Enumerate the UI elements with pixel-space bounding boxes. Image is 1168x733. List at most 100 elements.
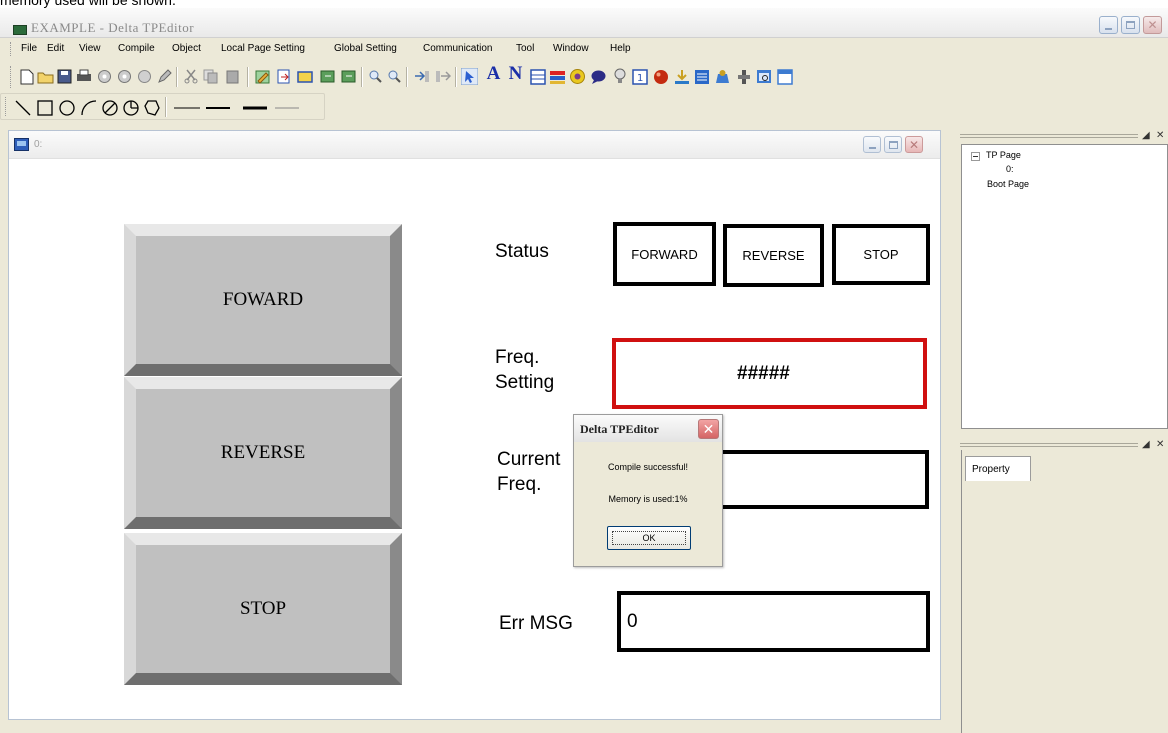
maximize-button[interactable] [1121, 16, 1140, 34]
menu-edit[interactable]: Edit [47, 43, 64, 54]
download-icon[interactable] [673, 68, 690, 85]
page-editor-titlebar: 0: ✕ [9, 131, 940, 159]
page-prev-icon[interactable] [319, 68, 336, 85]
menu-object[interactable]: Object [172, 43, 201, 54]
menu-tool[interactable]: Tool [516, 43, 534, 54]
reverse-button[interactable]: REVERSE [124, 377, 402, 529]
child-close-button[interactable]: ✕ [905, 136, 923, 153]
gear-icon[interactable] [569, 68, 586, 85]
tree-item-page-0[interactable]: 0: [1006, 164, 1014, 174]
menu-window[interactable]: Window [553, 43, 589, 54]
menu-view[interactable]: View [79, 43, 101, 54]
child-maximize-button[interactable] [884, 136, 902, 153]
window-icon[interactable] [776, 68, 793, 85]
circle-tool-icon[interactable] [58, 99, 76, 117]
save-icon[interactable] [56, 68, 73, 85]
memory-usage-text: Memory is used:1% [608, 494, 688, 504]
status-stop-indicator[interactable]: STOP [832, 224, 930, 285]
compile-dialog-title: Delta TPEditor [580, 422, 659, 436]
plug-icon[interactable] [735, 68, 752, 85]
page-select-icon[interactable] [296, 68, 313, 85]
pane-dock-icon[interactable]: ◢ [1142, 130, 1150, 141]
freq-setting-label-line2: Setting [495, 372, 555, 393]
menu-local-page-setting[interactable]: Local Page Setting [221, 43, 305, 54]
disc-icon-2[interactable] [116, 68, 133, 85]
page-arrow-icon[interactable] [275, 68, 292, 85]
alarm-icon[interactable] [714, 68, 731, 85]
table-tool-icon[interactable] [529, 68, 546, 85]
property-tab[interactable]: Property [965, 456, 1031, 481]
pane-grip[interactable] [960, 134, 1138, 138]
tree-item-tp-page[interactable]: TP Page [986, 150, 1021, 160]
page-editor-title: 0: [34, 139, 43, 150]
menu-grip[interactable] [10, 42, 13, 56]
cut-icon[interactable] [182, 68, 199, 85]
menu-global-setting[interactable]: Global Setting [334, 43, 397, 54]
number-one-icon[interactable]: 1 [631, 68, 648, 85]
pie-tool-icon[interactable] [122, 99, 140, 117]
new-file-icon[interactable] [18, 68, 35, 85]
copy-icon[interactable] [202, 68, 219, 85]
polygon-tool-icon[interactable] [143, 99, 161, 117]
close-button[interactable]: ✕ [1143, 16, 1162, 34]
disc-icon-1[interactable] [96, 68, 113, 85]
chord-tool-icon[interactable] [101, 99, 119, 117]
open-folder-icon[interactable] [37, 68, 54, 85]
line-tool-icon[interactable] [14, 99, 32, 117]
disc-icon-3[interactable] [136, 68, 153, 85]
tree-item-boot-page[interactable]: Boot Page [987, 179, 1029, 189]
drawbar-grip[interactable] [5, 97, 8, 116]
pane-close-icon[interactable]: ✕ [1156, 439, 1164, 450]
medium-line-icon[interactable] [204, 99, 230, 117]
minimize-button[interactable] [1099, 16, 1118, 34]
numeric-tool-icon[interactable]: N [506, 63, 525, 84]
menu-help[interactable]: Help [610, 43, 631, 54]
freq-setting-input[interactable]: ##### [612, 338, 927, 409]
ok-button[interactable]: OK [607, 526, 691, 550]
arc-tool-icon[interactable] [80, 99, 98, 117]
menu-compile[interactable]: Compile [118, 43, 155, 54]
compile-message: Compile successful! [607, 462, 689, 472]
pane-close-icon[interactable]: ✕ [1156, 130, 1164, 141]
caption-text: memory used will be shown. [0, 0, 176, 8]
zoom-out-icon[interactable] [386, 68, 403, 85]
main-toolbar: A N 1 [0, 60, 1168, 93]
red-ball-icon[interactable] [652, 68, 669, 85]
text-tool-icon[interactable]: A [484, 63, 503, 84]
status-forward-indicator[interactable]: FORWARD [613, 222, 716, 286]
window-search-icon[interactable] [755, 68, 772, 85]
import-icon[interactable] [413, 68, 430, 85]
rectangle-tool-icon[interactable] [36, 99, 54, 117]
edit-pencil-icon[interactable] [254, 68, 271, 85]
lamp-icon[interactable] [611, 68, 628, 85]
dialog-close-button[interactable]: ✕ [698, 419, 719, 439]
line-style-icon[interactable] [273, 99, 299, 117]
status-reverse-indicator[interactable]: REVERSE [723, 224, 824, 287]
forward-button[interactable]: FOWARD [124, 224, 402, 376]
toolbar-grip[interactable] [10, 66, 13, 88]
stop-button[interactable]: STOP [124, 533, 402, 685]
menu-file[interactable]: File [21, 43, 37, 54]
list-table-icon[interactable] [693, 68, 710, 85]
export-icon[interactable] [434, 68, 451, 85]
bar-graph-icon[interactable] [549, 68, 566, 85]
err-msg-display[interactable]: 0 [617, 591, 930, 652]
maximize-icon [1126, 21, 1135, 29]
ok-button-label: OK [642, 533, 656, 543]
pencil-icon[interactable] [156, 68, 173, 85]
pane-grip[interactable] [960, 443, 1138, 447]
child-minimize-button[interactable] [863, 136, 881, 153]
right-dock-pane: ◢ ✕ TP Page 0: Boot Page ◢ ✕ Property [956, 120, 1168, 733]
page-next-icon[interactable] [340, 68, 357, 85]
pointer-icon[interactable] [461, 68, 478, 85]
paste-icon[interactable] [224, 68, 241, 85]
zoom-in-icon[interactable] [367, 68, 384, 85]
print-icon[interactable] [75, 68, 92, 85]
menu-communication[interactable]: Communication [423, 43, 492, 54]
thick-line-icon[interactable] [241, 99, 267, 117]
pane-dock-icon[interactable]: ◢ [1142, 439, 1150, 450]
thin-line-icon[interactable] [172, 99, 200, 117]
collapse-icon[interactable] [971, 152, 980, 161]
menu-bar: File Edit View Compile Object Local Page… [0, 38, 1168, 60]
speech-bubble-icon[interactable] [590, 68, 607, 85]
